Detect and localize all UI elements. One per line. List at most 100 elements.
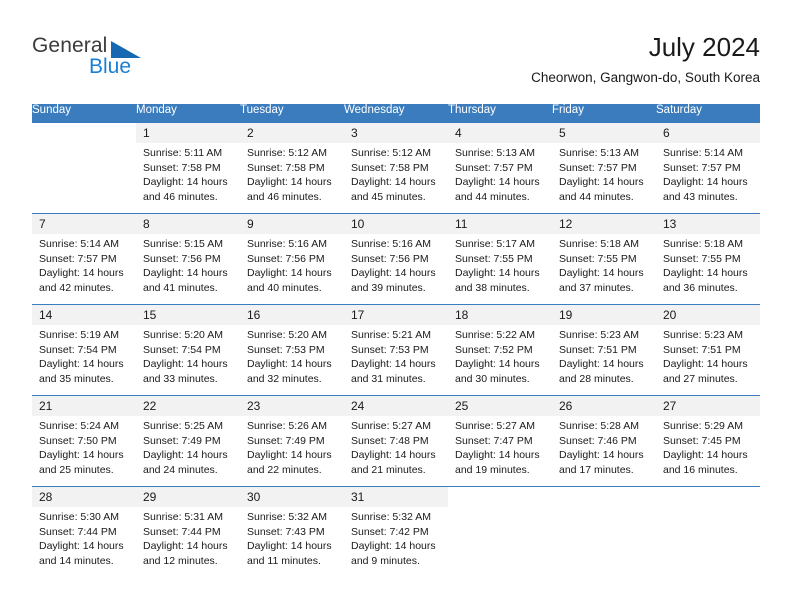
calendar-day-cell[interactable]: 29 Sunrise: 5:31 AM Sunset: 7:44 PM Dayligh… bbox=[136, 486, 240, 577]
calendar-day-cell[interactable]: 20 Sunrise: 5:23 AM Sunset: 7:51 PM Dayligh… bbox=[656, 304, 760, 396]
daylight-text-line2: and 33 minutes. bbox=[143, 372, 218, 385]
daylight-text-line2: and 44 minutes. bbox=[559, 190, 634, 203]
calendar-week-row: 7 Sunrise: 5:14 AM Sunset: 7:57 PM Daylight… bbox=[32, 213, 760, 305]
sunset-text: Sunset: 7:57 PM bbox=[559, 161, 637, 174]
calendar-day-cell[interactable]: 4 Sunrise: 5:13 AM Sunset: 7:57 PM Daylight… bbox=[448, 123, 552, 214]
calendar-day-cell[interactable]: 8 Sunrise: 5:15 AM Sunset: 7:56 PM Daylight… bbox=[136, 213, 240, 305]
calendar-day-cell[interactable]: 31 Sunrise: 5:32 AM Sunset: 7:42 PM Dayligh… bbox=[344, 486, 448, 577]
day-number: 14 bbox=[32, 305, 136, 325]
day-cell-inner bbox=[552, 487, 656, 577]
sunrise-text: Sunrise: 5:26 AM bbox=[247, 420, 327, 432]
day-number: 6 bbox=[656, 123, 760, 143]
daylight-text-line2: and 12 minutes. bbox=[143, 554, 218, 567]
sunset-text: Sunset: 7:53 PM bbox=[247, 343, 325, 356]
calendar-day-cell[interactable]: 5 Sunrise: 5:13 AM Sunset: 7:57 PM Daylight… bbox=[552, 123, 656, 214]
sunset-text: Sunset: 7:48 PM bbox=[351, 434, 429, 447]
daylight-text-line1: Daylight: 14 hours bbox=[559, 267, 644, 280]
sunrise-text: Sunrise: 5:19 AM bbox=[39, 329, 119, 341]
calendar-day-cell[interactable]: 9 Sunrise: 5:16 AM Sunset: 7:56 PM Daylight… bbox=[240, 213, 344, 305]
day-cell-inner: 12 Sunrise: 5:18 AM Sunset: 7:55 PM Dayligh… bbox=[552, 214, 656, 304]
day-sun-info: Sunrise: 5:16 AM Sunset: 7:56 PM Daylight:… bbox=[240, 234, 344, 295]
day-number bbox=[448, 487, 552, 507]
calendar-day-cell[interactable]: 28 Sunrise: 5:30 AM Sunset: 7:44 PM Dayligh… bbox=[32, 486, 136, 577]
day-number: 29 bbox=[136, 487, 240, 507]
day-cell-inner: 7 Sunrise: 5:14 AM Sunset: 7:57 PM Daylight… bbox=[32, 214, 136, 304]
calendar-day-cell[interactable]: 18 Sunrise: 5:22 AM Sunset: 7:52 PM Dayligh… bbox=[448, 304, 552, 396]
calendar-day-cell[interactable]: 13 Sunrise: 5:18 AM Sunset: 7:55 PM Dayligh… bbox=[656, 213, 760, 305]
calendar-day-cell[interactable]: 21 Sunrise: 5:24 AM Sunset: 7:50 PM Dayligh… bbox=[32, 395, 136, 487]
day-sun-info: Sunrise: 5:22 AM Sunset: 7:52 PM Daylight:… bbox=[448, 325, 552, 386]
daylight-text-line1: Daylight: 14 hours bbox=[559, 176, 644, 189]
daylight-text-line2: and 16 minutes. bbox=[663, 463, 738, 476]
calendar-day-cell[interactable]: 3 Sunrise: 5:12 AM Sunset: 7:58 PM Daylight… bbox=[344, 123, 448, 214]
day-sun-info: Sunrise: 5:21 AM Sunset: 7:53 PM Daylight:… bbox=[344, 325, 448, 386]
day-cell-inner: 5 Sunrise: 5:13 AM Sunset: 7:57 PM Daylight… bbox=[552, 123, 656, 213]
day-cell-inner: 6 Sunrise: 5:14 AM Sunset: 7:57 PM Daylight… bbox=[656, 123, 760, 213]
calendar-day-cell[interactable]: 2 Sunrise: 5:12 AM Sunset: 7:58 PM Daylight… bbox=[240, 123, 344, 214]
sunset-text: Sunset: 7:53 PM bbox=[351, 343, 429, 356]
calendar-day-cell[interactable]: 1 Sunrise: 5:11 AM Sunset: 7:58 PM Daylight… bbox=[136, 123, 240, 214]
calendar-day-cell[interactable]: 14 Sunrise: 5:19 AM Sunset: 7:54 PM Dayligh… bbox=[32, 304, 136, 396]
calendar-day-cell[interactable]: 15 Sunrise: 5:20 AM Sunset: 7:54 PM Dayligh… bbox=[136, 304, 240, 396]
day-cell-inner: 11 Sunrise: 5:17 AM Sunset: 7:55 PM Dayligh… bbox=[448, 214, 552, 304]
day-cell-inner bbox=[448, 487, 552, 577]
calendar-day-cell[interactable]: 16 Sunrise: 5:20 AM Sunset: 7:53 PM Dayligh… bbox=[240, 304, 344, 396]
calendar-day-cell[interactable]: 19 Sunrise: 5:23 AM Sunset: 7:51 PM Dayligh… bbox=[552, 304, 656, 396]
sunset-text: Sunset: 7:57 PM bbox=[39, 252, 117, 265]
day-cell-inner: 3 Sunrise: 5:12 AM Sunset: 7:58 PM Daylight… bbox=[344, 123, 448, 213]
sunset-text: Sunset: 7:49 PM bbox=[247, 434, 325, 447]
day-cell-inner: 24 Sunrise: 5:27 AM Sunset: 7:48 PM Dayligh… bbox=[344, 396, 448, 486]
calendar-day-cell[interactable]: 24 Sunrise: 5:27 AM Sunset: 7:48 PM Dayligh… bbox=[344, 395, 448, 487]
day-sun-info: Sunrise: 5:12 AM Sunset: 7:58 PM Daylight:… bbox=[240, 143, 344, 204]
day-number: 11 bbox=[448, 214, 552, 234]
day-sun-info: Sunrise: 5:31 AM Sunset: 7:44 PM Daylight:… bbox=[136, 507, 240, 568]
calendar-day-cell[interactable]: 17 Sunrise: 5:21 AM Sunset: 7:53 PM Dayligh… bbox=[344, 304, 448, 396]
sunrise-text: Sunrise: 5:27 AM bbox=[351, 420, 431, 432]
sunrise-text: Sunrise: 5:22 AM bbox=[455, 329, 535, 341]
daylight-text-line1: Daylight: 14 hours bbox=[663, 449, 748, 462]
calendar-day-cell[interactable]: 23 Sunrise: 5:26 AM Sunset: 7:49 PM Dayligh… bbox=[240, 395, 344, 487]
calendar-day-cell[interactable]: 10 Sunrise: 5:16 AM Sunset: 7:56 PM Dayligh… bbox=[344, 213, 448, 305]
general-blue-logo[interactable]: General Blue bbox=[32, 34, 232, 90]
day-sun-info: Sunrise: 5:20 AM Sunset: 7:54 PM Daylight:… bbox=[136, 325, 240, 386]
daylight-text-line1: Daylight: 14 hours bbox=[143, 449, 228, 462]
daylight-text-line2: and 19 minutes. bbox=[455, 463, 530, 476]
sunrise-text: Sunrise: 5:18 AM bbox=[663, 238, 743, 250]
daylight-text-line1: Daylight: 14 hours bbox=[39, 540, 124, 553]
day-sun-info: Sunrise: 5:27 AM Sunset: 7:47 PM Daylight:… bbox=[448, 416, 552, 477]
sunrise-text: Sunrise: 5:23 AM bbox=[559, 329, 639, 341]
sunset-text: Sunset: 7:55 PM bbox=[455, 252, 533, 265]
day-cell-inner: 29 Sunrise: 5:31 AM Sunset: 7:44 PM Dayligh… bbox=[136, 487, 240, 577]
sunrise-text: Sunrise: 5:25 AM bbox=[143, 420, 223, 432]
day-sun-info: Sunrise: 5:32 AM Sunset: 7:43 PM Daylight:… bbox=[240, 507, 344, 568]
calendar-day-cell[interactable]: 11 Sunrise: 5:17 AM Sunset: 7:55 PM Dayligh… bbox=[448, 213, 552, 305]
day-number: 24 bbox=[344, 396, 448, 416]
calendar-day-cell[interactable]: 30 Sunrise: 5:32 AM Sunset: 7:43 PM Dayligh… bbox=[240, 486, 344, 577]
daylight-text-line1: Daylight: 14 hours bbox=[247, 267, 332, 280]
calendar-day-cell[interactable]: 6 Sunrise: 5:14 AM Sunset: 7:57 PM Daylight… bbox=[656, 123, 760, 214]
calendar-day-cell[interactable]: 25 Sunrise: 5:27 AM Sunset: 7:47 PM Dayligh… bbox=[448, 395, 552, 487]
day-sun-info: Sunrise: 5:13 AM Sunset: 7:57 PM Daylight:… bbox=[552, 143, 656, 204]
calendar-day-cell[interactable]: 22 Sunrise: 5:25 AM Sunset: 7:49 PM Dayligh… bbox=[136, 395, 240, 487]
daylight-text-line1: Daylight: 14 hours bbox=[559, 449, 644, 462]
weekday-header-friday: Friday bbox=[552, 104, 656, 123]
day-sun-info: Sunrise: 5:32 AM Sunset: 7:42 PM Daylight:… bbox=[344, 507, 448, 568]
sunset-text: Sunset: 7:44 PM bbox=[39, 525, 117, 538]
sunrise-text: Sunrise: 5:11 AM bbox=[143, 147, 223, 159]
sunrise-text: Sunrise: 5:18 AM bbox=[559, 238, 639, 250]
daylight-text-line2: and 37 minutes. bbox=[559, 281, 634, 294]
sunset-text: Sunset: 7:47 PM bbox=[455, 434, 533, 447]
day-cell-inner: 16 Sunrise: 5:20 AM Sunset: 7:53 PM Dayligh… bbox=[240, 305, 344, 395]
calendar-day-cell[interactable]: 27 Sunrise: 5:29 AM Sunset: 7:45 PM Dayligh… bbox=[656, 395, 760, 487]
calendar-day-cell[interactable]: 12 Sunrise: 5:18 AM Sunset: 7:55 PM Dayligh… bbox=[552, 213, 656, 305]
daylight-text-line2: and 36 minutes. bbox=[663, 281, 738, 294]
weekday-header-thursday: Thursday bbox=[448, 104, 552, 123]
calendar-day-cell[interactable]: 7 Sunrise: 5:14 AM Sunset: 7:57 PM Daylight… bbox=[32, 213, 136, 305]
calendar-day-cell[interactable]: 26 Sunrise: 5:28 AM Sunset: 7:46 PM Dayligh… bbox=[552, 395, 656, 487]
daylight-text-line2: and 22 minutes. bbox=[247, 463, 322, 476]
day-cell-inner: 1 Sunrise: 5:11 AM Sunset: 7:58 PM Daylight… bbox=[136, 123, 240, 213]
sunrise-text: Sunrise: 5:14 AM bbox=[663, 147, 743, 159]
daylight-text-line2: and 25 minutes. bbox=[39, 463, 114, 476]
daylight-text-line1: Daylight: 14 hours bbox=[247, 176, 332, 189]
day-sun-info: Sunrise: 5:18 AM Sunset: 7:55 PM Daylight:… bbox=[552, 234, 656, 295]
